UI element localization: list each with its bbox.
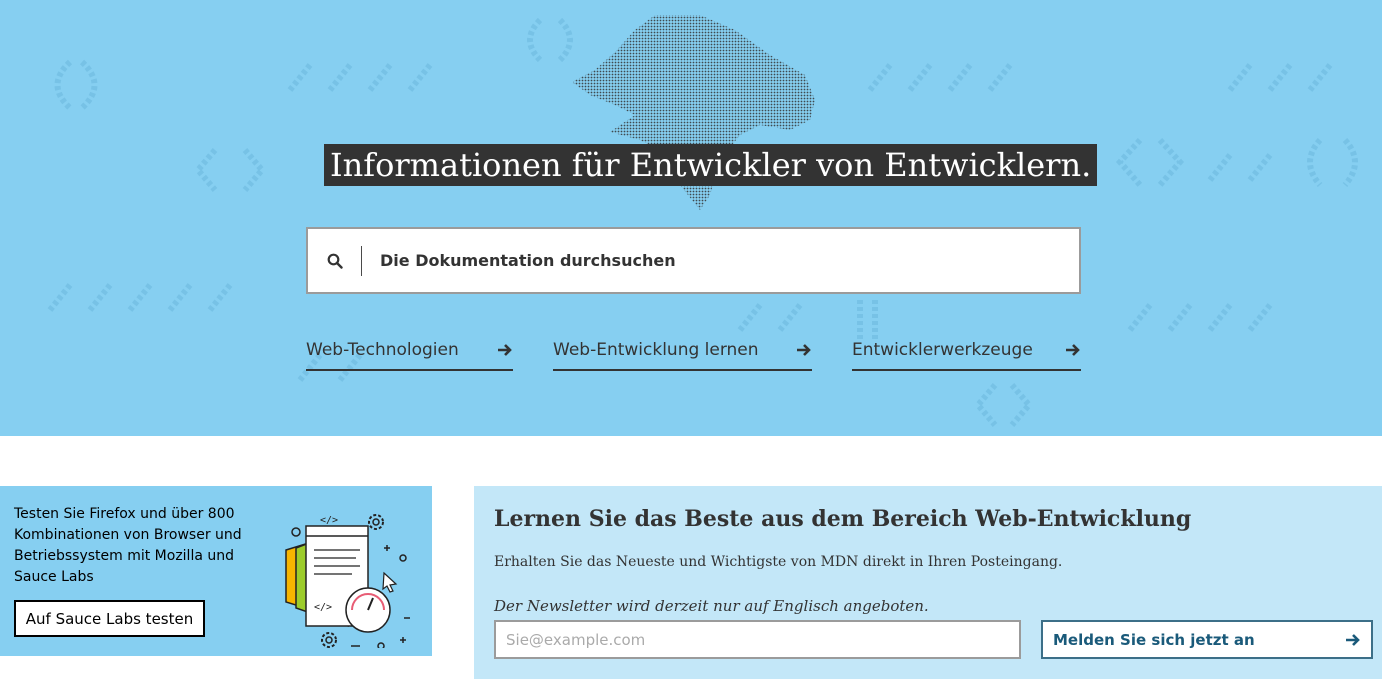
sauce-labs-promo: Testen Sie Firefox und über 800 Kombinat…	[0, 486, 432, 656]
browser-testing-illustration: </> </>	[285, 514, 410, 648]
sauce-labs-button[interactable]: Auf Sauce Labs testen	[14, 600, 205, 637]
arrow-right-icon	[1066, 343, 1080, 356]
newsletter-description: Erhalten Sie das Neueste und Wichtigste …	[494, 554, 1063, 570]
search-box[interactable]	[306, 227, 1081, 294]
newsletter-language-note: Der Newsletter wird derzeit nur auf Engl…	[494, 597, 929, 615]
signup-button-label: Melden Sie sich jetzt an	[1053, 630, 1255, 649]
page-title: Informationen für Entwickler von Entwick…	[330, 146, 1092, 184]
link-label: Web-Technologien	[306, 339, 459, 360]
arrow-right-icon	[1346, 633, 1360, 646]
newsletter-title: Lernen Sie das Beste aus dem Bereich Web…	[494, 506, 1192, 532]
link-learn-web-development[interactable]: Web-Entwicklung lernen	[553, 330, 812, 371]
arrow-right-icon	[498, 343, 512, 356]
arrow-right-icon	[797, 343, 811, 356]
newsletter-signup-button[interactable]: Melden Sie sich jetzt an	[1041, 620, 1373, 659]
link-label: Web-Entwicklung lernen	[553, 339, 759, 360]
link-developer-tools[interactable]: Entwicklerwerkzeuge	[852, 330, 1081, 371]
search-input[interactable]	[378, 250, 1058, 271]
link-web-technologies[interactable]: Web-Technologien	[306, 330, 513, 371]
promo-text: Testen Sie Firefox und über 800 Kombinat…	[14, 506, 242, 585]
search-icon[interactable]	[308, 245, 362, 276]
email-field[interactable]	[494, 620, 1021, 659]
newsletter-section: Lernen Sie das Beste aus dem Bereich Web…	[474, 486, 1382, 679]
hero-section: Informationen für Entwickler von Entwick…	[0, 0, 1382, 436]
link-label: Entwicklerwerkzeuge	[852, 339, 1033, 360]
code-tag: </>	[314, 602, 332, 613]
mdn-dino-illustration	[572, 15, 815, 210]
code-tag: </>	[320, 515, 338, 526]
headline-highlight: Informationen für Entwickler von Entwick…	[324, 144, 1098, 186]
